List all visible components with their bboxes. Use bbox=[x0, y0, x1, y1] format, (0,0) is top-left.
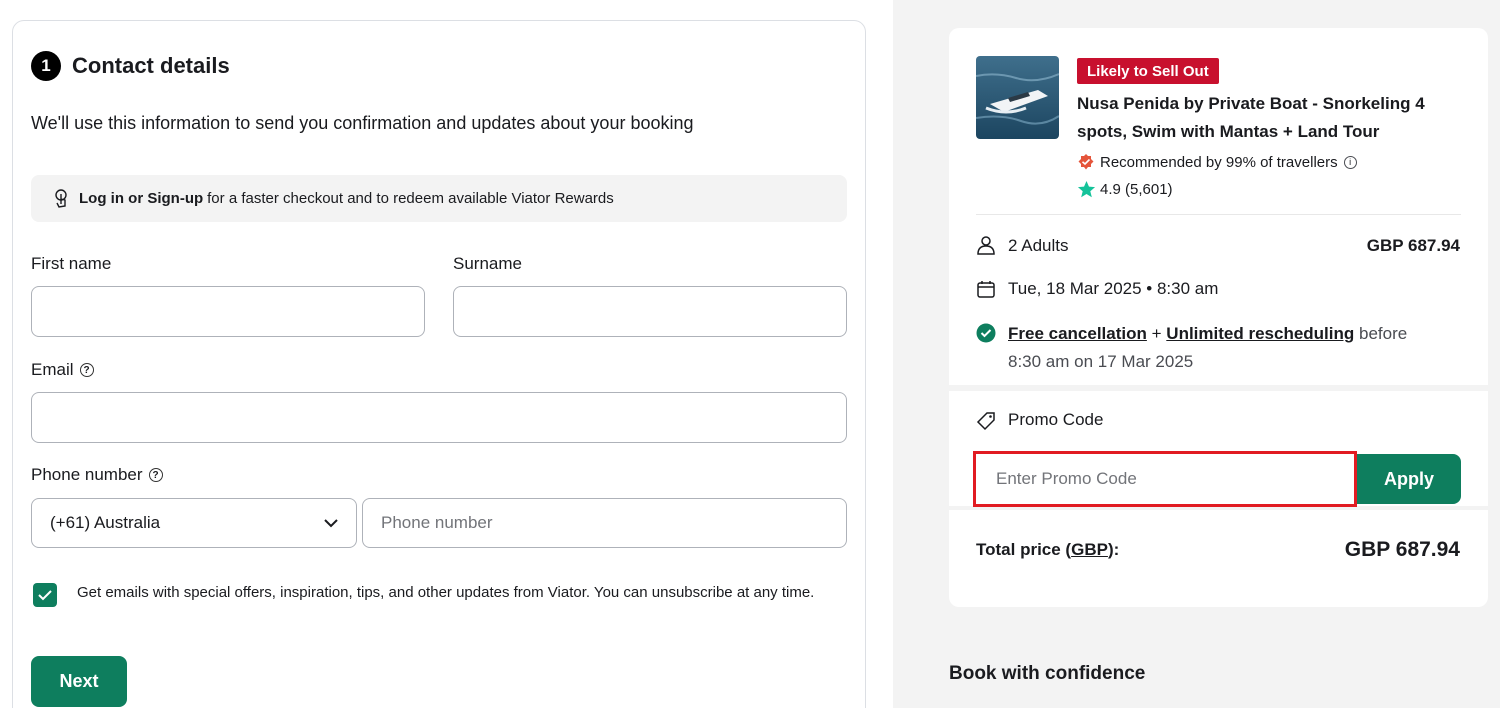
apply-promo-button[interactable]: Apply bbox=[1357, 454, 1461, 504]
rating-text: 4.9 (5,601) bbox=[1100, 181, 1173, 198]
promo-code-label: Promo Code bbox=[1008, 410, 1104, 429]
cancellation-policy: Free cancellation + Unlimited rescheduli… bbox=[1008, 324, 1408, 371]
phone-label: Phone number ? bbox=[31, 465, 163, 485]
tour-thumbnail[interactable] bbox=[976, 56, 1059, 139]
marketing-checkbox-label: Get emails with special offers, inspirat… bbox=[77, 584, 815, 601]
currency-link[interactable]: GBP bbox=[1071, 540, 1108, 559]
phone-help-icon[interactable]: ? bbox=[148, 468, 163, 482]
verified-badge-icon bbox=[1078, 154, 1094, 170]
surname-label: Surname bbox=[453, 254, 522, 273]
intro-text: We'll use this information to send you c… bbox=[31, 113, 694, 133]
step-number-badge: 1 bbox=[31, 51, 61, 81]
login-banner-text: for a faster checkout and to redeem avai… bbox=[207, 190, 614, 207]
book-with-confidence-heading: Book with confidence bbox=[949, 663, 1146, 684]
contact-details-card: 1 Contact details We'll use this informa… bbox=[12, 20, 866, 708]
login-banner[interactable]: Log in or Sign-up for a faster checkout … bbox=[31, 175, 847, 222]
tap-hand-icon bbox=[55, 188, 67, 208]
checkmark-icon bbox=[38, 590, 52, 601]
phone-number-input[interactable] bbox=[362, 498, 847, 548]
summary-divider bbox=[976, 214, 1461, 215]
tag-icon bbox=[976, 412, 995, 431]
tour-date: Tue, 18 Mar 2025 • 8:30 am bbox=[1008, 279, 1219, 298]
email-input[interactable] bbox=[31, 392, 847, 443]
next-button[interactable]: Next bbox=[31, 656, 127, 707]
likely-to-sell-out-badge: Likely to Sell Out bbox=[1077, 58, 1219, 84]
cancellation-deadline: 8:30 am on 17 Mar 2025 bbox=[1008, 352, 1194, 371]
recommended-text: Recommended by 99% of travellers bbox=[1100, 153, 1338, 171]
tour-title[interactable]: Nusa Penida by Private Boat - Snorkeling… bbox=[1077, 90, 1467, 146]
total-price-value: GBP 687.94 bbox=[1344, 538, 1460, 561]
rating-line: 4.9 (5,601) bbox=[1077, 180, 1173, 199]
marketing-checkbox[interactable] bbox=[33, 583, 57, 607]
step-header: 1 Contact details bbox=[31, 51, 230, 81]
country-code-select[interactable]: (+61) Australia bbox=[31, 498, 357, 548]
check-circle-icon bbox=[976, 323, 996, 343]
total-price-label: Total price (GBP): bbox=[976, 540, 1120, 559]
calendar-icon bbox=[977, 281, 995, 298]
free-cancellation-link[interactable]: Free cancellation bbox=[1008, 324, 1147, 343]
recommended-line: Recommended by 99% of travellers i bbox=[1077, 153, 1357, 171]
person-icon bbox=[977, 236, 995, 255]
login-link[interactable]: Log in or Sign-up bbox=[79, 190, 203, 207]
star-icon bbox=[1077, 180, 1096, 198]
surname-input[interactable] bbox=[453, 286, 847, 337]
email-help-icon[interactable]: ? bbox=[79, 363, 94, 377]
section-separator bbox=[949, 385, 1488, 391]
boat-photo-icon bbox=[976, 56, 1059, 139]
order-summary-card: Likely to Sell Out Nusa Penida by Privat… bbox=[949, 28, 1488, 607]
travellers-count: 2 Adults bbox=[1008, 236, 1069, 255]
page-title: Contact details bbox=[72, 53, 230, 78]
info-icon[interactable]: i bbox=[1343, 155, 1357, 169]
promo-code-field-highlight bbox=[973, 451, 1357, 507]
country-code-value: (+61) Australia bbox=[50, 513, 161, 532]
first-name-label: First name bbox=[31, 254, 112, 273]
travellers-price: GBP 687.94 bbox=[1366, 236, 1460, 255]
chevron-down-icon bbox=[324, 518, 338, 527]
email-label: Email ? bbox=[31, 360, 94, 380]
promo-code-input[interactable] bbox=[976, 454, 1354, 504]
first-name-input[interactable] bbox=[31, 286, 425, 337]
unlimited-rescheduling-link[interactable]: Unlimited rescheduling bbox=[1166, 324, 1354, 343]
